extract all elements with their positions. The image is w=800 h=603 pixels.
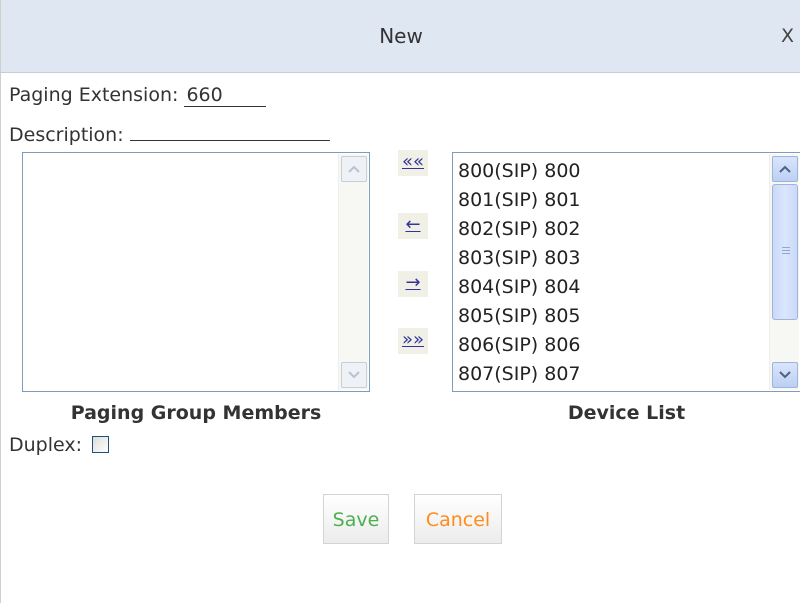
chevron-down-icon: [348, 371, 360, 379]
dialog-title: New: [379, 24, 423, 48]
description-field[interactable]: [129, 118, 330, 141]
members-scrollbar[interactable]: [338, 154, 368, 390]
chevron-up-icon: [348, 165, 360, 173]
device-list-item[interactable]: 806(SIP) 806: [458, 331, 581, 360]
close-button[interactable]: X: [781, 0, 800, 73]
new-paging-group-dialog: New X Paging Extension: 660 Description:…: [0, 0, 800, 603]
device-list-item[interactable]: 804(SIP) 804: [458, 273, 581, 302]
cancel-button[interactable]: Cancel: [414, 494, 502, 544]
scroll-thumb[interactable]: [772, 184, 798, 320]
members-listbox[interactable]: [22, 152, 370, 392]
members-caption: Paging Group Members: [70, 402, 322, 424]
device-scrollbar[interactable]: [769, 154, 799, 390]
scroll-up-button[interactable]: [772, 156, 798, 182]
device-list-item[interactable]: 805(SIP) 805: [458, 302, 581, 331]
add-one-button[interactable]: ←: [398, 213, 428, 239]
chevron-up-icon: [779, 165, 791, 173]
paging-extension-row: Paging Extension: 660: [9, 84, 267, 107]
scroll-down-button[interactable]: [341, 362, 367, 388]
device-list-item[interactable]: 803(SIP) 803: [458, 244, 581, 273]
device-list-item[interactable]: 801(SIP) 801: [458, 186, 581, 215]
paging-extension-label: Paging Extension:: [9, 84, 179, 106]
duplex-row: Duplex:: [9, 434, 110, 456]
scroll-down-button[interactable]: [772, 362, 798, 388]
add-all-button[interactable]: ««: [398, 150, 428, 176]
device-list-item[interactable]: 807(SIP) 807: [458, 360, 581, 389]
remove-all-button[interactable]: »»: [398, 328, 428, 354]
chevron-down-icon: [779, 371, 791, 379]
description-row: Description:: [9, 118, 330, 146]
device-list-caption: Device List: [567, 402, 686, 424]
save-button[interactable]: Save: [323, 494, 389, 544]
device-list-item[interactable]: 800(SIP) 800: [458, 157, 581, 186]
device-list-items: 800(SIP) 800 801(SIP) 801 802(SIP) 802 8…: [458, 157, 581, 389]
scroll-up-button[interactable]: [341, 156, 367, 182]
duplex-checkbox[interactable]: [92, 436, 110, 453]
dialog-titlebar: New X: [1, 0, 800, 73]
remove-one-button[interactable]: →: [398, 271, 428, 297]
device-listbox[interactable]: 800(SIP) 800 801(SIP) 801 802(SIP) 802 8…: [452, 152, 800, 392]
paging-extension-field[interactable]: 660: [184, 84, 267, 107]
duplex-label: Duplex:: [9, 434, 83, 456]
description-label: Description:: [9, 124, 124, 146]
device-list-item[interactable]: 802(SIP) 802: [458, 215, 581, 244]
